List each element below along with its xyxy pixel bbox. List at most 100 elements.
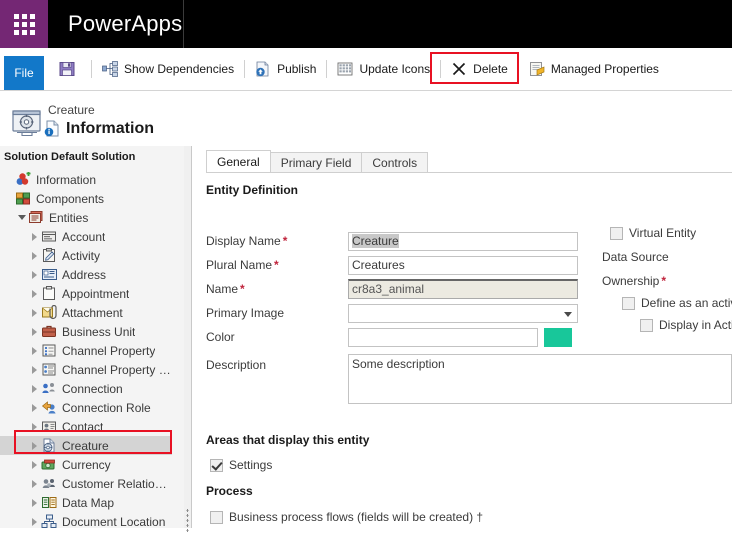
color-input[interactable] [348, 328, 538, 347]
plural-name-input[interactable]: Creatures [348, 256, 578, 275]
sidebar-item-business-unit[interactable]: Business Unit [0, 322, 172, 341]
pane-splitter[interactable] [184, 146, 191, 534]
sidebar-item-connection-role[interactable]: Connection Role [0, 398, 172, 417]
app-launcher-icon[interactable] [0, 0, 48, 48]
sidebar-item-contact[interactable]: Contact [0, 417, 172, 436]
chevron-right-icon[interactable] [30, 493, 41, 512]
display-in-activity-row[interactable]: Display in Activi [640, 318, 732, 332]
business-process-flows-row[interactable]: Business process flows (fields will be c… [210, 510, 483, 524]
managed-properties-button[interactable]: Managed Properties [522, 48, 666, 90]
define-as-activity-checkbox[interactable] [622, 296, 635, 310]
command-divider [440, 60, 442, 78]
plural-name-label-text: Plural Name [206, 258, 273, 272]
sidebar-item-information[interactable]: Information [0, 170, 172, 189]
delete-button[interactable]: Delete [444, 48, 515, 90]
save-icon [59, 61, 75, 77]
chevron-right-icon[interactable] [30, 436, 41, 455]
sidebar-item-entities[interactable]: Entities [0, 208, 172, 227]
color-swatch-button[interactable] [544, 328, 572, 347]
tab-primary-field[interactable]: Primary Field [269, 152, 363, 173]
sidebar-item-label: Connection [62, 381, 123, 396]
command-divider [244, 60, 246, 78]
contact-icon [41, 419, 58, 434]
information-tree-icon [15, 172, 32, 187]
sidebar-item-currency[interactable]: Currency [0, 455, 172, 474]
file-tab[interactable]: File [4, 56, 44, 90]
brand-divider [183, 0, 184, 48]
sidebar-item-label: Information [36, 172, 97, 187]
chevron-right-icon[interactable] [30, 284, 41, 303]
sidebar-item-components[interactable]: Components [0, 189, 172, 208]
chevron-right-icon[interactable] [30, 474, 41, 493]
chevron-right-icon[interactable] [30, 322, 41, 341]
sidebar-item-label: Entities [49, 210, 89, 225]
display-in-activity-checkbox[interactable] [640, 318, 653, 332]
ownership-label-text: Ownership [602, 274, 660, 288]
area-settings-checkbox[interactable] [210, 458, 223, 472]
virtual-entity-checkbox[interactable] [610, 226, 623, 240]
document-location-icon [41, 514, 58, 528]
primary-image-select[interactable] [348, 304, 578, 323]
save-button[interactable] [52, 48, 88, 90]
chevron-right-icon[interactable] [30, 341, 41, 360]
sidebar-item-label: Account [62, 229, 106, 244]
chevron-down-icon [564, 312, 572, 317]
sidebar-item-channel-property-g[interactable]: Channel Property G... [0, 360, 172, 379]
solution-title: Solution Default Solution [4, 151, 136, 163]
tab-general[interactable]: General [206, 150, 271, 173]
breadcrumb: Creature [48, 103, 95, 117]
chevron-down-icon[interactable] [17, 208, 28, 227]
sidebar-item-label: Currency [62, 457, 111, 472]
sidebar-item-document-location[interactable]: Document Location [0, 512, 172, 528]
publish-button[interactable]: Publish [248, 48, 323, 90]
sidebar-item-label: Creature [62, 438, 109, 453]
command-divider [326, 60, 328, 78]
sidebar-item-label: Data Map [62, 495, 115, 510]
sidebar-item-channel-property[interactable]: Channel Property [0, 341, 172, 360]
virtual-entity-row[interactable]: Virtual Entity [610, 226, 696, 240]
sidebar-item-appointment[interactable]: Appointment [0, 284, 172, 303]
plural-name-value: Creatures [352, 258, 405, 272]
sidebar-item-attachment[interactable]: Attachment [0, 303, 172, 322]
account-icon [41, 229, 58, 244]
tab-controls[interactable]: Controls [361, 152, 429, 173]
sidebar-item-label: Contact [62, 419, 104, 434]
entity-definition-heading: Entity Definition [206, 183, 298, 197]
name-label-text: Name [206, 282, 239, 296]
chevron-right-icon[interactable] [30, 246, 41, 265]
display-in-activity-label: Display in Activi [659, 318, 732, 332]
update-icons-button[interactable]: Update Icons [330, 48, 437, 90]
area-settings-row[interactable]: Settings [210, 458, 272, 472]
chevron-right-icon[interactable] [30, 265, 41, 284]
solution-explorer-pane: Solution Default Solution Information Com… [0, 146, 192, 528]
sidebar-item-address[interactable]: Address [0, 265, 172, 284]
chevron-right-icon[interactable] [30, 303, 41, 322]
chevron-right-icon[interactable] [30, 398, 41, 417]
chevron-right-icon[interactable] [30, 417, 41, 436]
sidebar-item-account[interactable]: Account [0, 227, 172, 246]
define-as-activity-row[interactable]: Define as an activity [622, 296, 732, 310]
sidebar-item-customer-relations[interactable]: Customer Relations... [0, 474, 172, 493]
areas-heading: Areas that display this entity [206, 433, 370, 447]
primary-image-label: Primary Image [206, 306, 285, 320]
sidebar-item-label: Appointment [62, 286, 130, 301]
chevron-right-icon[interactable] [30, 227, 41, 246]
sidebar-item-data-map[interactable]: Data Map [0, 493, 172, 512]
display-name-input[interactable]: Creature [348, 232, 578, 251]
sidebar-item-activity[interactable]: Activity [0, 246, 172, 265]
display-name-label-text: Display Name [206, 234, 281, 248]
business-process-flows-checkbox[interactable] [210, 510, 223, 524]
chevron-right-icon[interactable] [30, 512, 41, 528]
chevron-right-icon[interactable] [30, 360, 41, 379]
sidebar-item-creature[interactable]: Creature [0, 436, 172, 455]
sidebar-item-label: Address [62, 267, 107, 282]
show-dependencies-button[interactable]: Show Dependencies [95, 48, 241, 90]
sidebar-item-connection[interactable]: Connection [0, 379, 172, 398]
description-textarea[interactable]: Some description [348, 354, 732, 404]
chevron-right-icon[interactable] [30, 455, 41, 474]
chevron-right-icon[interactable] [30, 379, 41, 398]
display-name-value: Creature [352, 234, 399, 248]
managed-properties-label: Managed Properties [550, 62, 659, 76]
